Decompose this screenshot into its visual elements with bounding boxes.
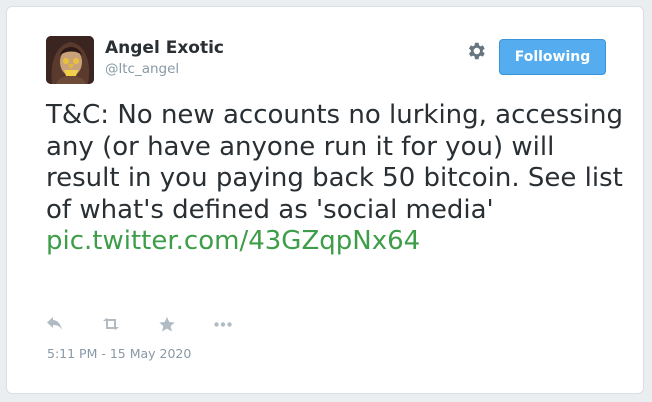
tweet-timestamp[interactable]: 5:11 PM - 15 May 2020 [47, 346, 191, 361]
more-icon[interactable] [214, 315, 232, 333]
like-icon[interactable] [158, 315, 176, 333]
display-name[interactable]: Angel Exotic [105, 38, 224, 58]
tweet-card: Angel Exotic @ltc_angel Following T&C: N… [6, 6, 644, 394]
gear-icon[interactable] [465, 40, 487, 62]
reply-icon[interactable] [46, 315, 64, 333]
tweet-actions [46, 315, 270, 333]
retweet-icon[interactable] [102, 315, 120, 333]
following-button[interactable]: Following [499, 39, 606, 75]
tweet-body: T&C: No new accounts no lurking, accessi… [46, 100, 624, 225]
user-handle[interactable]: @ltc_angel [105, 61, 179, 77]
tweet-text: T&C: No new accounts no lurking, accessi… [46, 100, 626, 258]
tweet-media-link[interactable]: pic.twitter.com/43GZqpNx64 [46, 226, 420, 256]
avatar[interactable] [46, 36, 94, 84]
profile-photo [46, 36, 94, 84]
